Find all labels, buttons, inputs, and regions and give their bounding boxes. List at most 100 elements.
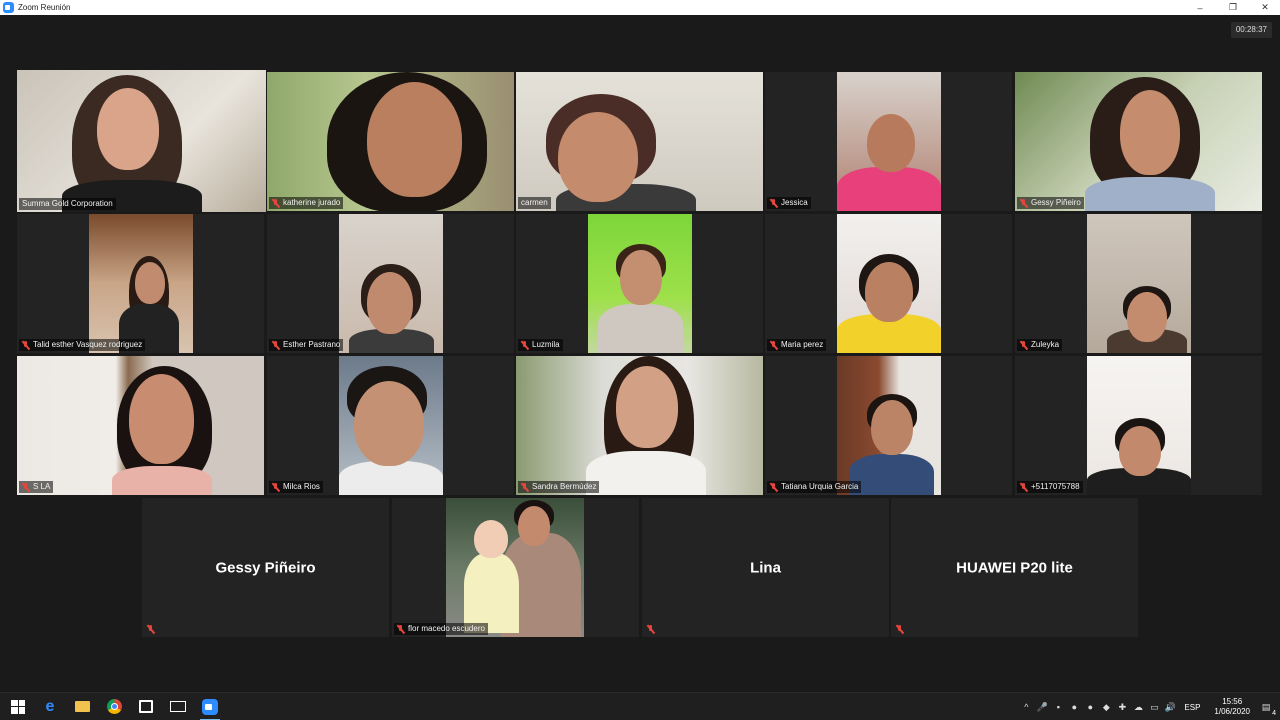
participant-name-tag: Summa Gold Corporation <box>19 198 116 210</box>
muted-mic-icon <box>272 340 280 350</box>
participant-name-tag: Maria perez <box>767 339 827 351</box>
participant-name-tag: +5117075788 <box>1017 481 1083 493</box>
participant-name-tag: Tatiana Urquia Garcia <box>767 481 862 493</box>
taskbar-edge[interactable]: e <box>34 693 66 720</box>
video-tile[interactable]: Zuleyka <box>1015 214 1262 353</box>
muted-mic-icon <box>770 340 778 350</box>
taskbar-clock[interactable]: 15:56 1/06/2020 <box>1214 697 1250 717</box>
clock-time: 15:56 <box>1222 697 1243 706</box>
taskbar-zoom[interactable] <box>194 693 226 720</box>
participant-video <box>1015 72 1262 211</box>
participant-name: Esther Pastrano <box>283 340 341 349</box>
participant-video <box>516 356 763 495</box>
taskbar-file-explorer[interactable] <box>66 693 98 720</box>
video-tile[interactable]: Talid esther Vasquez rodriguez <box>17 214 264 353</box>
video-tile[interactable]: Luzmila <box>516 214 763 353</box>
participant-name-tag: Gessy Piñeiro <box>1017 197 1084 209</box>
onedrive-icon[interactable]: ☁ <box>1132 701 1144 713</box>
participant-name: katherine jurado <box>283 198 341 207</box>
network-icon[interactable]: ▭ <box>1148 701 1160 713</box>
minimize-button[interactable]: – <box>1185 0 1215 15</box>
store-bag-icon <box>139 700 153 713</box>
participant-video <box>588 214 692 353</box>
participant-name-tag: flor macedo escudero <box>394 623 488 635</box>
muted-mic-icon <box>770 482 778 492</box>
title-bar: Zoom Reunión – ❐ ✕ <box>0 0 1280 15</box>
muted-mic-icon <box>1020 340 1028 350</box>
language-indicator[interactable]: ESP <box>1184 703 1200 712</box>
video-tile[interactable]: Milca Rios <box>267 356 514 495</box>
participant-name-tag: Milca Rios <box>269 481 323 493</box>
video-tile[interactable]: Sandra Bermúdez <box>516 356 763 495</box>
participant-video <box>837 214 941 353</box>
zoom-window: Zoom Reunión – ❐ ✕ 00:28:37 Summa Gold C… <box>0 0 1280 720</box>
zoom-logo-icon <box>3 2 14 13</box>
muted-mic-icon <box>1020 198 1028 208</box>
microphone-icon[interactable]: 🎤 <box>1036 701 1048 713</box>
restore-button[interactable]: ❐ <box>1218 0 1248 15</box>
edge-icon: e <box>45 697 55 715</box>
video-tile[interactable]: Maria perez <box>765 214 1012 353</box>
windows-taskbar: e ^ 🎤 ▪ ● ● ◆ ✚ ☁ ▭ 🔊 ESP 15:56 1/06/202… <box>0 692 1280 720</box>
participant-name-tag: Zuleyka <box>1017 339 1063 351</box>
participant-name: Tatiana Urquia Garcia <box>781 482 859 491</box>
tray-app-icon[interactable]: ✚ <box>1116 701 1128 713</box>
video-tile[interactable]: carmen <box>516 72 763 211</box>
muted-mic-icon <box>22 340 30 350</box>
windows-start-button[interactable] <box>2 693 34 720</box>
participant-name-tag: Sandra Bermúdez <box>518 481 600 493</box>
muted-mic-icon <box>1020 482 1028 492</box>
mail-icon <box>170 701 186 712</box>
muted-mic-icon <box>770 198 778 208</box>
video-tile[interactable]: flor macedo escudero <box>392 498 639 637</box>
muted-mic-icon <box>147 624 155 634</box>
chevron-up-icon[interactable]: ^ <box>1020 701 1032 713</box>
participant-name-tag: katherine jurado <box>269 197 344 209</box>
video-tile[interactable]: Lina <box>642 498 889 637</box>
taskbar-store[interactable] <box>130 693 162 720</box>
tray-app-icon[interactable]: ● <box>1068 701 1080 713</box>
video-tile[interactable]: HUAWEI P20 lite <box>891 498 1138 637</box>
video-tile[interactable]: Gessy Piñeiro <box>1015 72 1262 211</box>
muted-mic-icon <box>647 624 655 634</box>
participant-video <box>446 498 584 637</box>
video-tile[interactable]: katherine jurado <box>267 72 514 211</box>
participant-name: flor macedo escudero <box>408 624 485 633</box>
participant-video <box>17 356 264 495</box>
taskbar-chrome[interactable] <box>98 693 130 720</box>
tray-app-icon[interactable]: ▪ <box>1052 701 1064 713</box>
participant-video <box>339 214 443 353</box>
video-tile[interactable]: +5117075788 <box>1015 356 1262 495</box>
participant-name: carmen <box>521 198 548 207</box>
participant-name-tag: Jessica <box>767 197 811 209</box>
participant-video <box>1087 356 1191 495</box>
taskbar-mail[interactable] <box>162 693 194 720</box>
tray-app-icon[interactable]: ● <box>1084 701 1096 713</box>
video-tile[interactable]: Esther Pastrano <box>267 214 514 353</box>
volume-icon[interactable]: 🔊 <box>1164 701 1176 713</box>
muted-mic-icon <box>521 340 529 350</box>
clock-date: 1/06/2020 <box>1214 707 1250 716</box>
video-tile[interactable]: Jessica <box>765 72 1012 211</box>
meeting-timer: 00:28:37 <box>1230 22 1272 38</box>
participant-name: Maria perez <box>781 340 824 349</box>
video-tile[interactable]: Summa Gold Corporation <box>17 70 266 212</box>
muted-mic-icon <box>397 624 405 634</box>
participant-name: S LA <box>33 482 51 491</box>
video-tile[interactable]: Tatiana Urquia Garcia <box>765 356 1012 495</box>
notifications-icon[interactable]: ▤ 4 <box>1260 701 1276 718</box>
participant-video <box>17 70 266 212</box>
muted-mic-icon <box>896 624 904 634</box>
dropbox-icon[interactable]: ◆ <box>1100 701 1112 713</box>
close-button[interactable]: ✕ <box>1250 0 1280 15</box>
muted-mic-icon <box>521 482 529 492</box>
windows-logo-icon <box>11 699 25 714</box>
participant-name: Sandra Bermúdez <box>532 482 597 491</box>
participant-video <box>837 356 941 495</box>
participant-name: Zuleyka <box>1031 340 1060 349</box>
participant-video <box>837 72 941 211</box>
participant-name-tag <box>144 623 158 635</box>
video-tile[interactable]: Gessy Piñeiro <box>142 498 389 637</box>
muted-mic-icon <box>272 198 280 208</box>
video-tile[interactable]: S LA <box>17 356 264 495</box>
